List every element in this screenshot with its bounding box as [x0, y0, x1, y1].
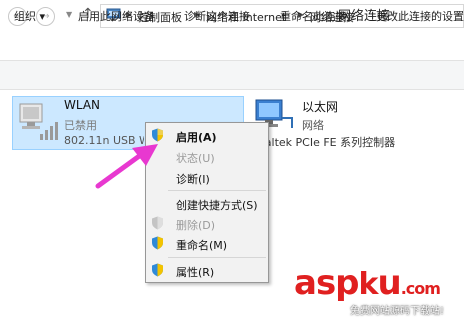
menu-separator — [168, 257, 266, 258]
connection-status: 网络 — [302, 119, 324, 132]
menu-item-enable[interactable]: 启用(A) — [176, 129, 217, 145]
annotation-arrow-icon — [95, 144, 158, 189]
watermark-subtitle: 免费网站源码下载站! — [350, 306, 445, 317]
menu-item-delete[interactable]: 删除(D) — [176, 217, 215, 233]
menu-item-diagnose[interactable]: 诊断(I) — [176, 171, 210, 187]
change-settings-button[interactable]: 更改此连接的设置 — [376, 8, 464, 24]
diagnose-connection-button[interactable]: 诊断这个连接 — [184, 8, 250, 24]
connection-status: 已禁用 — [64, 119, 97, 132]
menu-item-create-shortcut[interactable]: 创建快捷方式(S) — [176, 197, 258, 213]
shield-icon — [152, 263, 163, 277]
address-bar — [0, 28, 464, 58]
menu-item-status[interactable]: 状态(U) — [176, 150, 215, 166]
watermark-logo: aspku.com — [294, 263, 441, 303]
enable-device-button[interactable]: 启用此网络设备 — [78, 8, 155, 24]
connection-device: ealtek PCIe FE 系列控制器 — [258, 136, 396, 149]
rename-connection-button[interactable]: 重命名此连接 — [280, 8, 346, 24]
recent-locations-chevron-down-icon[interactable]: ▼ — [66, 10, 72, 19]
connection-name: 以太网 — [302, 100, 339, 114]
shield-icon — [152, 236, 163, 250]
menu-item-rename[interactable]: 重命名(M) — [176, 237, 227, 253]
menu-separator — [168, 190, 266, 191]
connection-name: WLAN — [64, 98, 101, 112]
organize-menu-button[interactable]: 组织 ▾ — [14, 8, 45, 24]
menu-item-properties[interactable]: 属性(R) — [176, 264, 214, 280]
wireless-adapter-icon — [19, 103, 58, 140]
shield-icon — [152, 216, 163, 230]
command-bar — [0, 60, 464, 90]
